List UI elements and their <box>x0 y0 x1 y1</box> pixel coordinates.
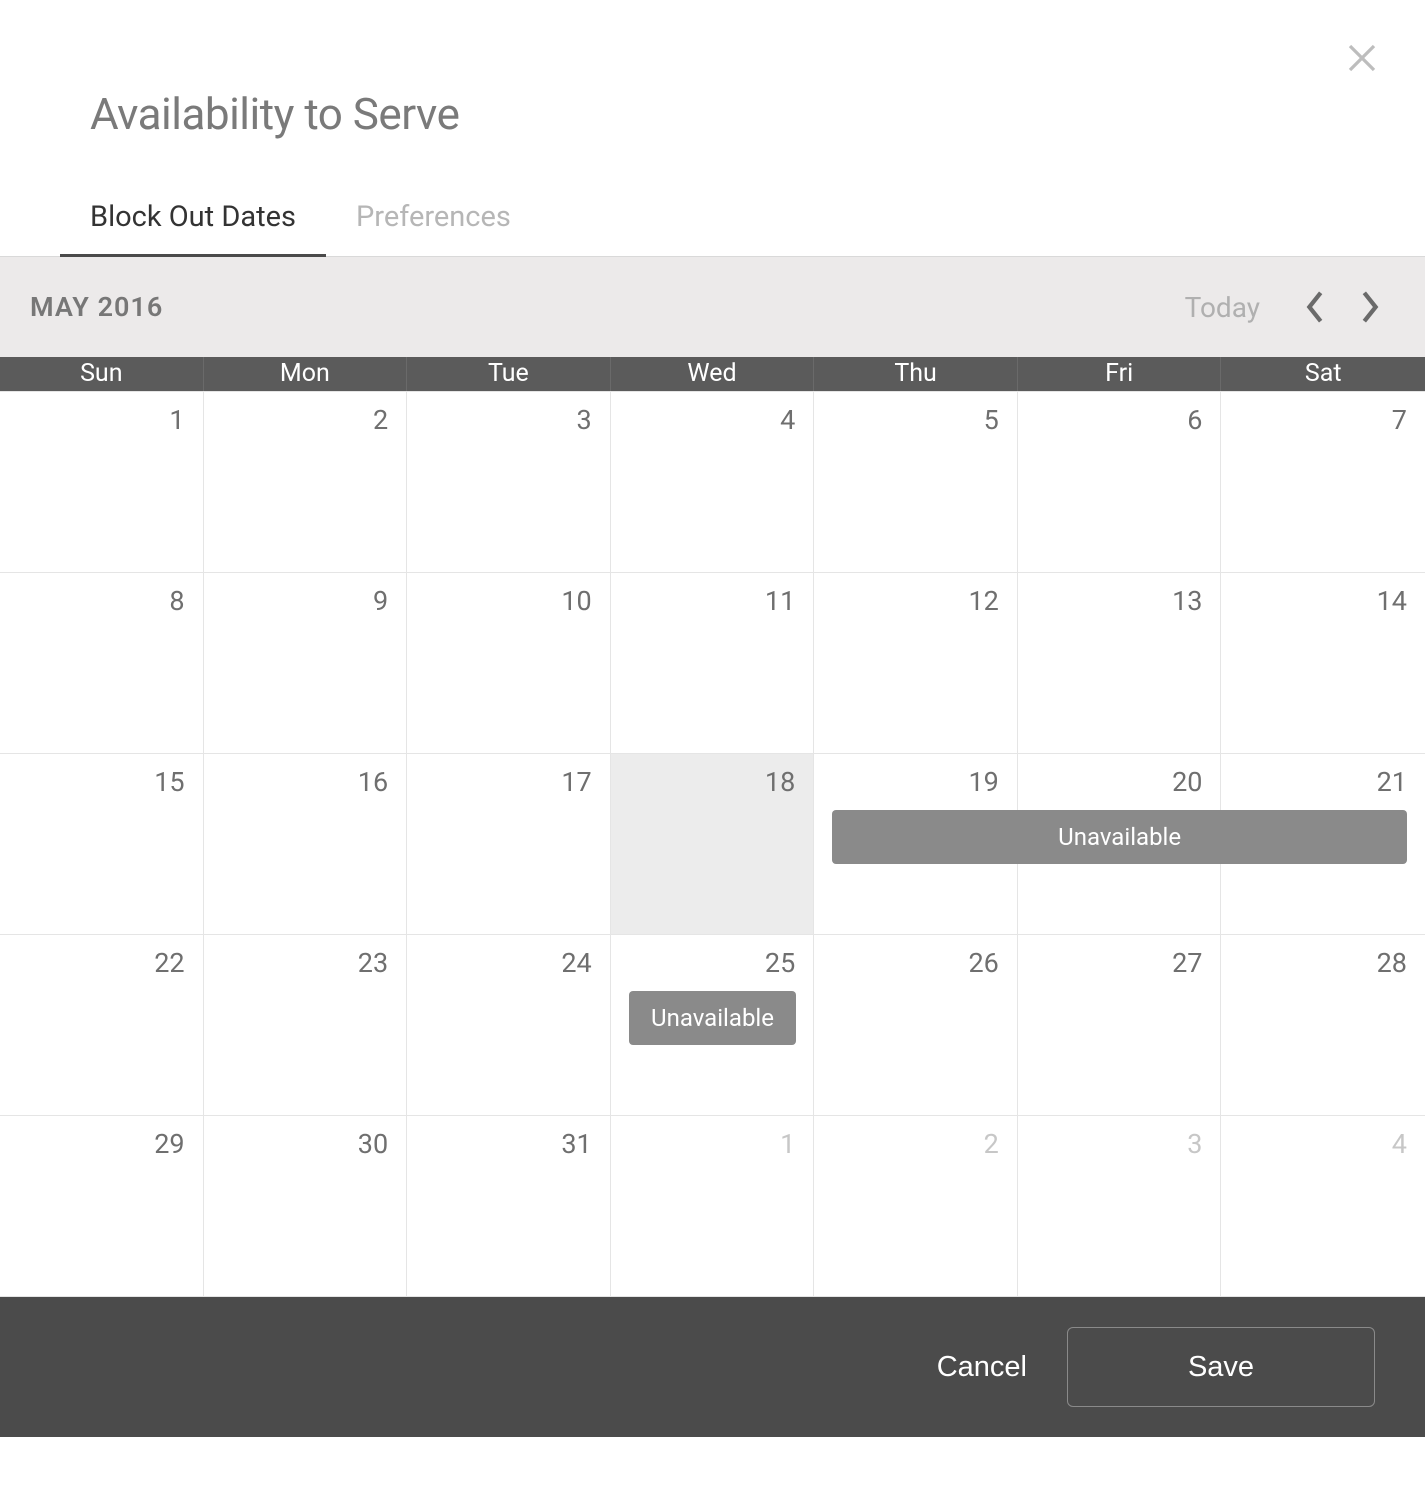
calendar-day-cell[interactable]: 8 <box>0 573 204 754</box>
calendar-day-cell[interactable]: 15 <box>0 754 204 935</box>
weekday-header-cell: Sat <box>1221 357 1425 391</box>
close-icon <box>1344 40 1380 76</box>
calendar-day-cell[interactable]: 11 <box>611 573 815 754</box>
save-button[interactable]: Save <box>1067 1327 1375 1407</box>
day-number: 31 <box>561 1128 591 1160</box>
weekday-header-cell: Sun <box>0 357 204 391</box>
event-label: Unavailable <box>651 1004 774 1032</box>
calendar-day-cell[interactable]: 1 <box>611 1116 815 1297</box>
day-number: 27 <box>1172 947 1202 979</box>
day-number: 12 <box>968 585 998 617</box>
day-number: 18 <box>765 766 795 798</box>
calendar-day-cell[interactable]: 27 <box>1018 935 1222 1116</box>
day-number: 3 <box>1187 1128 1202 1160</box>
calendar-day-cell[interactable]: 24 <box>407 935 611 1116</box>
weekday-header: SunMonTueWedThuFriSat <box>0 357 1425 391</box>
day-number: 9 <box>373 585 388 617</box>
calendar-day-cell[interactable]: 30 <box>204 1116 408 1297</box>
day-number: 4 <box>780 404 795 436</box>
weekday-header-cell: Wed <box>611 357 815 391</box>
next-month-button[interactable] <box>1360 290 1380 324</box>
tab-block-out-dates[interactable]: Block Out Dates <box>90 200 296 256</box>
day-number: 25 <box>765 947 795 979</box>
day-number: 21 <box>1377 766 1407 798</box>
unavailable-block[interactable]: Unavailable <box>832 810 1407 864</box>
calendar-day-cell[interactable]: 5 <box>814 392 1018 573</box>
day-number: 10 <box>561 585 591 617</box>
prev-month-button[interactable] <box>1305 290 1325 324</box>
day-number: 19 <box>968 766 998 798</box>
modal-footer: Cancel Save <box>0 1297 1425 1437</box>
calendar-day-cell[interactable]: 29 <box>0 1116 204 1297</box>
day-number: 22 <box>154 947 184 979</box>
day-number: 1 <box>780 1128 795 1160</box>
cancel-button[interactable]: Cancel <box>937 1351 1027 1384</box>
day-number: 4 <box>1392 1128 1407 1160</box>
day-number: 29 <box>154 1128 184 1160</box>
calendar-day-cell[interactable]: 9 <box>204 573 408 754</box>
calendar-day-cell[interactable]: 12 <box>814 573 1018 754</box>
day-number: 7 <box>1392 404 1407 436</box>
calendar-day-cell[interactable]: 17 <box>407 754 611 935</box>
calendar-day-cell[interactable]: 3 <box>1018 1116 1222 1297</box>
day-number: 13 <box>1172 585 1202 617</box>
tab-preferences[interactable]: Preferences <box>356 200 511 256</box>
day-number: 17 <box>561 766 591 798</box>
day-number: 6 <box>1187 404 1202 436</box>
day-number: 1 <box>169 404 184 436</box>
availability-modal: Availability to Serve Block Out Dates Pre… <box>0 0 1425 1437</box>
calendar-day-cell[interactable]: 6 <box>1018 392 1222 573</box>
day-number: 11 <box>765 585 795 617</box>
calendar-day-cell[interactable]: 4 <box>611 392 815 573</box>
modal-header: Availability to Serve <box>0 0 1425 140</box>
day-number: 15 <box>154 766 184 798</box>
calendar-toolbar: MAY 2016 Today <box>0 257 1425 357</box>
calendar-day-cell[interactable]: 2 <box>814 1116 1018 1297</box>
calendar-day-cell[interactable]: 2 <box>204 392 408 573</box>
chevron-left-icon <box>1305 290 1325 324</box>
chevron-right-icon <box>1360 290 1380 324</box>
calendar-day-cell[interactable]: 7 <box>1221 392 1425 573</box>
day-number: 16 <box>358 766 388 798</box>
day-number: 26 <box>968 947 998 979</box>
calendar-day-cell[interactable]: 14 <box>1221 573 1425 754</box>
calendar-day-cell[interactable]: 31 <box>407 1116 611 1297</box>
unavailable-block[interactable]: Unavailable <box>629 991 797 1045</box>
tabs: Block Out Dates Preferences <box>0 140 1425 257</box>
weekday-header-cell: Tue <box>407 357 611 391</box>
day-number: 8 <box>169 585 184 617</box>
calendar-day-cell[interactable]: 1 <box>0 392 204 573</box>
day-number: 30 <box>358 1128 388 1160</box>
calendar-day-cell[interactable]: 10 <box>407 573 611 754</box>
day-number: 5 <box>984 404 999 436</box>
day-number: 23 <box>358 947 388 979</box>
calendar-nav: Today <box>1185 290 1380 324</box>
calendar-grid: 1234567891011121314151617181920212223242… <box>0 391 1425 1297</box>
calendar-day-cell[interactable]: 22 <box>0 935 204 1116</box>
calendar-day-cell[interactable]: 28 <box>1221 935 1425 1116</box>
today-button[interactable]: Today <box>1185 291 1260 324</box>
calendar-day-cell[interactable]: 3 <box>407 392 611 573</box>
day-number: 14 <box>1377 585 1407 617</box>
month-label: MAY 2016 <box>30 291 163 323</box>
day-number: 3 <box>577 404 592 436</box>
calendar-day-cell[interactable]: 23 <box>204 935 408 1116</box>
calendar-day-cell[interactable]: 18 <box>611 754 815 935</box>
calendar-day-cell[interactable]: 13 <box>1018 573 1222 754</box>
calendar-day-cell[interactable]: 16 <box>204 754 408 935</box>
event-label: Unavailable <box>1058 823 1181 851</box>
day-number: 2 <box>984 1128 999 1160</box>
modal-title: Availability to Serve <box>90 88 1335 140</box>
weekday-header-cell: Mon <box>204 357 408 391</box>
close-button[interactable] <box>1344 40 1380 80</box>
day-number: 20 <box>1172 766 1202 798</box>
day-number: 24 <box>561 947 591 979</box>
day-number: 2 <box>373 404 388 436</box>
day-number: 28 <box>1377 947 1407 979</box>
weekday-header-cell: Fri <box>1018 357 1222 391</box>
calendar-day-cell[interactable]: 26 <box>814 935 1018 1116</box>
calendar-day-cell[interactable]: 4 <box>1221 1116 1425 1297</box>
weekday-header-cell: Thu <box>814 357 1018 391</box>
